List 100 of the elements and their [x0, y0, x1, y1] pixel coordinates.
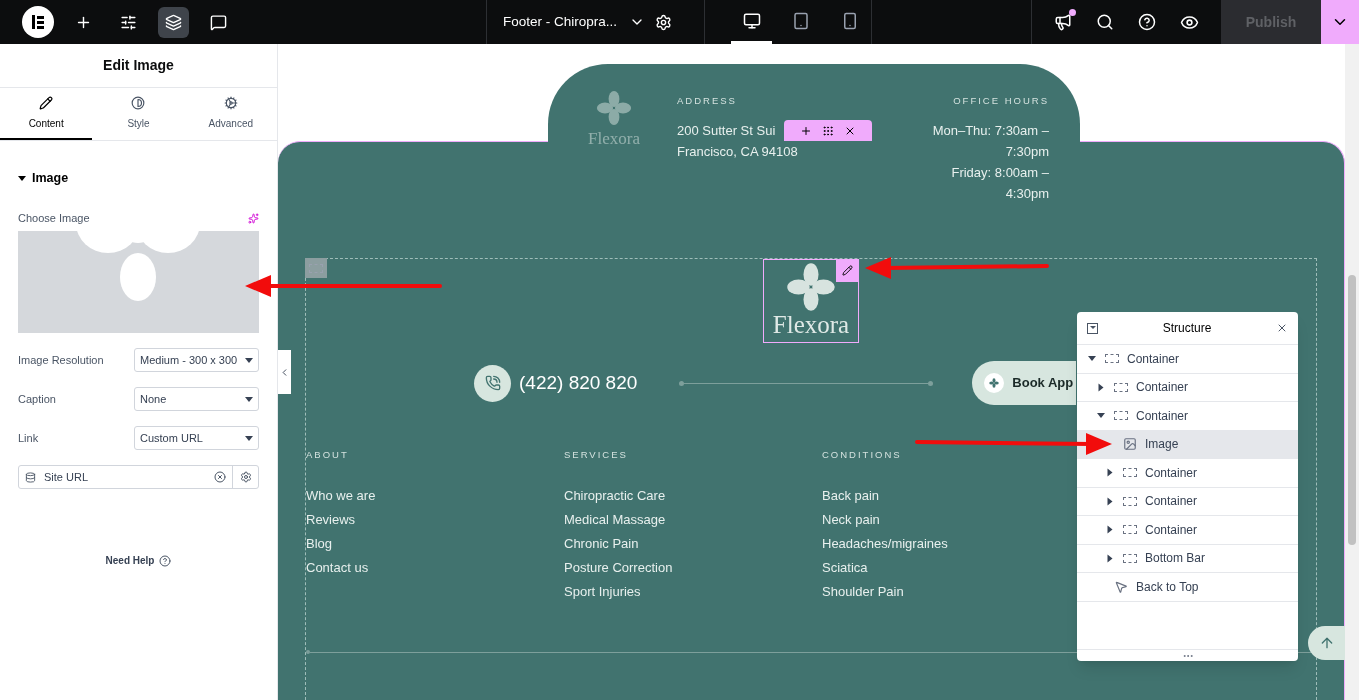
container-icon [1123, 525, 1137, 535]
field-label: Choose Image [18, 210, 90, 226]
book-appointment-button[interactable]: Book App [972, 361, 1077, 405]
settings-icon [120, 13, 137, 31]
footer-link[interactable]: Back pain [822, 484, 1080, 509]
logo-icon[interactable] [22, 6, 54, 38]
footer-link[interactable]: Headaches/migraines [822, 532, 1080, 557]
image-icon [1123, 437, 1137, 452]
footer-link[interactable]: Medical Massage [564, 508, 822, 533]
caret-icon[interactable] [1107, 554, 1113, 563]
container-icon [1114, 382, 1128, 392]
caret-icon[interactable] [1107, 468, 1113, 477]
structure-item[interactable]: Container [1077, 487, 1298, 516]
caret-icon [245, 435, 253, 441]
structure-item[interactable]: Container [1077, 373, 1298, 402]
field-label: Image Resolution [18, 353, 105, 368]
footer-link[interactable]: Chronic Pain [564, 532, 822, 557]
container-handle[interactable] [305, 258, 327, 278]
hours-line: Friday: 8:00am – [951, 164, 1049, 183]
address-heading: ADDRESS [677, 94, 738, 108]
help-link[interactable]: Need Help [105, 553, 155, 569]
caret-icon [18, 175, 26, 181]
layers-icon [165, 13, 182, 31]
structure-title: Structure [1161, 320, 1213, 337]
container-icon [1114, 411, 1128, 421]
address-line: Francisco, CA 94108 [677, 143, 798, 162]
footer-link[interactable]: Who we are [306, 484, 564, 509]
layers-tool-button[interactable] [158, 6, 189, 38]
pointer-icon [1114, 579, 1128, 594]
select-field[interactable]: Medium - 300 x 300 [134, 348, 259, 373]
select-field[interactable]: None [134, 387, 259, 412]
hours-line: 4:30pm [1005, 185, 1049, 204]
edit-button[interactable] [836, 259, 859, 282]
desktop-icon [742, 11, 761, 30]
content-icon [39, 95, 54, 110]
logo-text: Flexora [588, 128, 640, 150]
phone-glyph [484, 375, 501, 391]
panel-tab[interactable]: Style [92, 88, 185, 140]
advanced-icon [223, 95, 238, 110]
caret-icon[interactable] [1088, 356, 1096, 362]
section-header[interactable]: Image [18, 169, 259, 188]
container-icon [1123, 496, 1137, 506]
footer-link[interactable]: Contact us [306, 556, 564, 581]
database-icon [25, 471, 36, 483]
footer-link[interactable]: Shoulder Pain [822, 580, 1080, 605]
structure-item[interactable]: Back to Top [1077, 573, 1298, 602]
settings-icon[interactable] [655, 13, 673, 31]
hours-line: Mon–Thu: 7:30am – [932, 122, 1049, 141]
comments-icon [210, 13, 227, 31]
footer-link[interactable]: Reviews [306, 508, 564, 533]
close-icon[interactable] [1276, 322, 1288, 334]
select-field[interactable]: Custom URL [134, 426, 259, 451]
pencil-icon [842, 265, 853, 276]
caret-icon[interactable] [1098, 383, 1104, 392]
caret-icon[interactable] [1097, 413, 1105, 419]
drag-handle-icon[interactable] [822, 124, 834, 137]
structure-item[interactable]: Container [1077, 345, 1298, 374]
scrollbar-thumb[interactable] [1348, 275, 1356, 545]
footer-link[interactable]: Neck pain [822, 508, 1080, 533]
flower-icon [595, 90, 632, 126]
column-heading: CONDITIONS [822, 448, 903, 462]
flower-icon [786, 262, 836, 312]
document-title-dropdown[interactable]: Footer - Chiropra... [503, 11, 646, 33]
footer-link[interactable]: Sport Injuries [564, 580, 822, 605]
footer-link[interactable]: Sciatica [822, 556, 1080, 581]
container-icon [1105, 354, 1119, 364]
structure-item[interactable]: Bottom Bar [1077, 544, 1298, 573]
search-icon[interactable] [1096, 13, 1114, 31]
ai-sparkle-icon[interactable] [248, 212, 259, 224]
structure-item[interactable]: Container [1077, 402, 1298, 431]
panel-tab[interactable]: Content [0, 88, 93, 140]
style-icon [131, 95, 146, 110]
caret-icon[interactable] [1107, 525, 1113, 534]
panel-tab[interactable]: Advanced [184, 88, 277, 140]
clear-icon[interactable] [214, 471, 226, 484]
hours-heading: OFFICE HOURS [953, 94, 1049, 108]
field-label: Caption [18, 392, 57, 407]
column-heading: SERVICES [564, 448, 629, 462]
add-icon[interactable] [800, 124, 812, 137]
caret-icon [245, 396, 253, 402]
footer-link[interactable]: Blog [306, 532, 564, 557]
structure-item[interactable]: Container [1077, 459, 1298, 488]
footer-link[interactable]: Posture Correction [564, 556, 822, 581]
hours-line: 7:30pm [1005, 143, 1049, 162]
flower-mark [989, 378, 1000, 388]
back-to-top-button[interactable] [1308, 626, 1345, 660]
caret-icon[interactable] [1107, 497, 1113, 506]
structure-item[interactable]: Container [1077, 516, 1298, 545]
panel-toggle-icon[interactable] [1087, 322, 1098, 334]
caret-icon [245, 357, 253, 363]
phone-number[interactable]: (422) 820 820 [519, 368, 638, 398]
settings-icon [239, 471, 252, 484]
container-icon [1123, 553, 1137, 563]
tablet-icon [792, 11, 810, 30]
logo-image[interactable]: Flexora [763, 259, 859, 343]
column-heading: ABOUT [306, 448, 350, 462]
address-line: 200 Sutter St Sui [677, 122, 777, 141]
logo-text: Flexora [772, 312, 850, 338]
field-label: Link [18, 431, 40, 446]
footer-link[interactable]: Chiropractic Care [564, 484, 822, 509]
